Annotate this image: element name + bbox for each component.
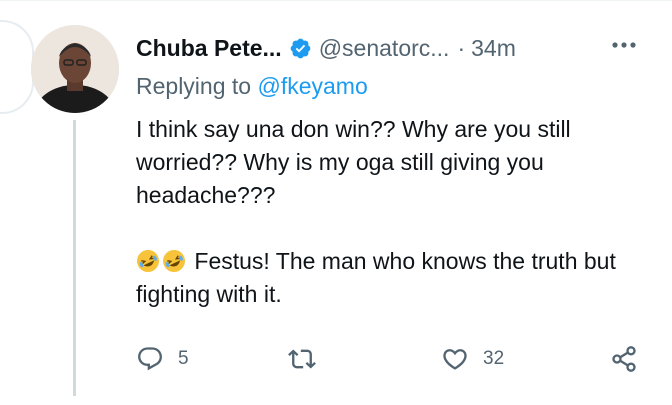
top-divider bbox=[0, 0, 672, 1]
tweet-paragraph-2: Festus! The man who knows the truth but … bbox=[136, 245, 656, 311]
timestamp[interactable]: 34m bbox=[471, 35, 516, 62]
tweet-paragraph-2-text: Festus! The man who knows the truth but … bbox=[136, 248, 616, 307]
replying-to-label: Replying to bbox=[136, 73, 252, 99]
retweet-icon bbox=[288, 349, 316, 369]
reply-button[interactable]: 5 bbox=[136, 342, 189, 376]
share-button[interactable] bbox=[610, 342, 638, 376]
author-name[interactable]: Chuba Pete... bbox=[136, 35, 282, 62]
like-count: 32 bbox=[483, 348, 505, 369]
author-handle[interactable]: @senatorc... bbox=[319, 35, 450, 62]
rolling-on-the-floor-laughing-emoji bbox=[137, 250, 159, 272]
tweet-paragraph-1: I think say una don win?? Why are you st… bbox=[136, 116, 571, 208]
avatar[interactable] bbox=[31, 25, 119, 113]
rolling-on-the-floor-laughing-emoji bbox=[163, 250, 185, 272]
like-button[interactable]: 32 bbox=[441, 342, 504, 376]
retweet-button[interactable] bbox=[288, 342, 330, 376]
tweet-text: I think say una don win?? Why are you st… bbox=[136, 113, 656, 311]
reply-count: 5 bbox=[178, 348, 189, 369]
more-icon[interactable] bbox=[610, 35, 638, 55]
like-icon bbox=[443, 349, 467, 370]
replying-to-link[interactable]: @fkeyamo bbox=[257, 73, 367, 99]
replying-to: Replying to @fkeyamo bbox=[136, 73, 368, 100]
previous-post-indicator[interactable] bbox=[0, 20, 34, 114]
reply-icon bbox=[138, 347, 162, 371]
verified-badge-icon[interactable] bbox=[289, 37, 312, 60]
share-icon bbox=[612, 346, 636, 372]
separator-dot: · bbox=[457, 34, 466, 61]
tweet-header: Chuba Pete... @senatorc... · 34m bbox=[136, 30, 516, 66]
action-bar: 5 32 bbox=[136, 342, 646, 376]
thread-line bbox=[73, 120, 76, 396]
avatar-image bbox=[31, 25, 119, 113]
